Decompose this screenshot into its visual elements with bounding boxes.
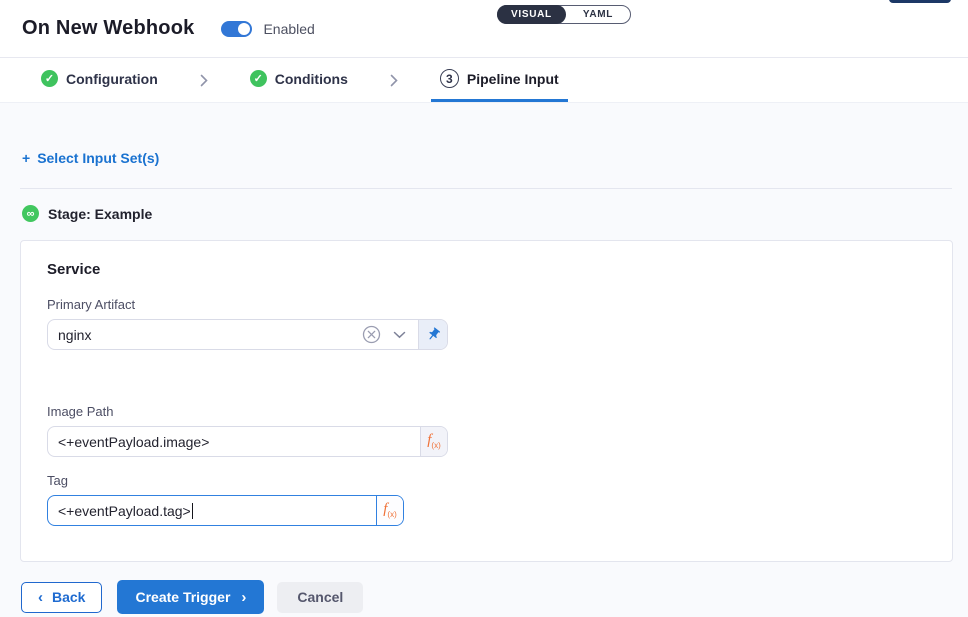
tab-conditions[interactable]: ✓ Conditions bbox=[241, 58, 357, 102]
stage-header: ∞ Stage: Example bbox=[22, 205, 968, 222]
cancel-button[interactable]: Cancel bbox=[277, 582, 363, 613]
wizard-tabbar: ✓ Configuration ✓ Conditions 3 Pipeline … bbox=[0, 58, 968, 103]
enabled-toggle-label: Enabled bbox=[263, 21, 314, 37]
tag-field: <+eventPayload.tag> f(x) bbox=[47, 495, 404, 526]
cropped-corner-button[interactable] bbox=[889, 0, 951, 3]
select-input-sets-link[interactable]: + Select Input Set(s) bbox=[22, 150, 159, 166]
plus-icon: + bbox=[22, 150, 30, 166]
step-number-badge: 3 bbox=[440, 69, 459, 88]
tab-pipeline-input-label: Pipeline Input bbox=[467, 71, 559, 87]
page-header: On New Webhook Enabled VISUAL YAML bbox=[0, 0, 968, 58]
pin-button[interactable] bbox=[418, 320, 447, 349]
tag-input[interactable]: <+eventPayload.tag> bbox=[58, 503, 366, 519]
select-input-sets-label: Select Input Set(s) bbox=[37, 150, 159, 166]
chevron-right-icon: › bbox=[241, 590, 246, 605]
toggle-knob-icon bbox=[238, 23, 250, 35]
primary-artifact-field bbox=[47, 319, 448, 350]
image-path-input[interactable] bbox=[58, 434, 410, 450]
section-divider bbox=[20, 188, 952, 189]
chevron-right-icon bbox=[199, 73, 209, 88]
back-button[interactable]: ‹ Back bbox=[21, 582, 102, 613]
stage-label: Stage: Example bbox=[48, 206, 152, 222]
chevron-right-icon bbox=[389, 73, 399, 88]
create-trigger-button[interactable]: Create Trigger › bbox=[117, 580, 264, 614]
clear-icon[interactable] bbox=[362, 325, 381, 344]
primary-artifact-select[interactable] bbox=[48, 320, 418, 349]
expression-button[interactable]: f(x) bbox=[420, 427, 447, 456]
fx-icon: f(x) bbox=[427, 433, 441, 450]
text-cursor bbox=[192, 503, 194, 519]
tab-configuration-label: Configuration bbox=[66, 71, 158, 87]
primary-artifact-label: Primary Artifact bbox=[47, 297, 952, 312]
page-title: On New Webhook bbox=[22, 17, 194, 40]
tab-visual[interactable]: VISUAL bbox=[497, 5, 566, 24]
primary-artifact-input[interactable] bbox=[58, 327, 362, 343]
check-icon: ✓ bbox=[41, 70, 58, 87]
service-section-title: Service bbox=[47, 261, 952, 278]
service-card: Service Primary Artifact bbox=[20, 240, 953, 562]
chevron-left-icon: ‹ bbox=[38, 590, 43, 605]
tab-pipeline-input[interactable]: 3 Pipeline Input bbox=[431, 58, 568, 102]
pipeline-input-panel: + Select Input Set(s) ∞ Stage: Example S… bbox=[0, 103, 968, 617]
tag-label: Tag bbox=[47, 473, 952, 488]
expression-button[interactable]: f(x) bbox=[376, 496, 403, 525]
image-path-field: f(x) bbox=[47, 426, 448, 457]
tab-configuration[interactable]: ✓ Configuration bbox=[32, 58, 167, 102]
image-path-label: Image Path bbox=[47, 404, 952, 419]
pin-icon bbox=[422, 324, 443, 345]
fx-icon: f(x) bbox=[383, 502, 397, 519]
footer-actions: ‹ Back Create Trigger › Cancel bbox=[21, 580, 968, 614]
enabled-toggle[interactable] bbox=[221, 21, 252, 37]
tab-yaml[interactable]: YAML bbox=[566, 6, 630, 23]
check-icon: ✓ bbox=[250, 70, 267, 87]
tab-conditions-label: Conditions bbox=[275, 71, 348, 87]
cd-stage-icon: ∞ bbox=[22, 205, 39, 222]
chevron-down-icon[interactable] bbox=[393, 331, 406, 339]
visual-yaml-switch: VISUAL YAML bbox=[497, 5, 631, 24]
